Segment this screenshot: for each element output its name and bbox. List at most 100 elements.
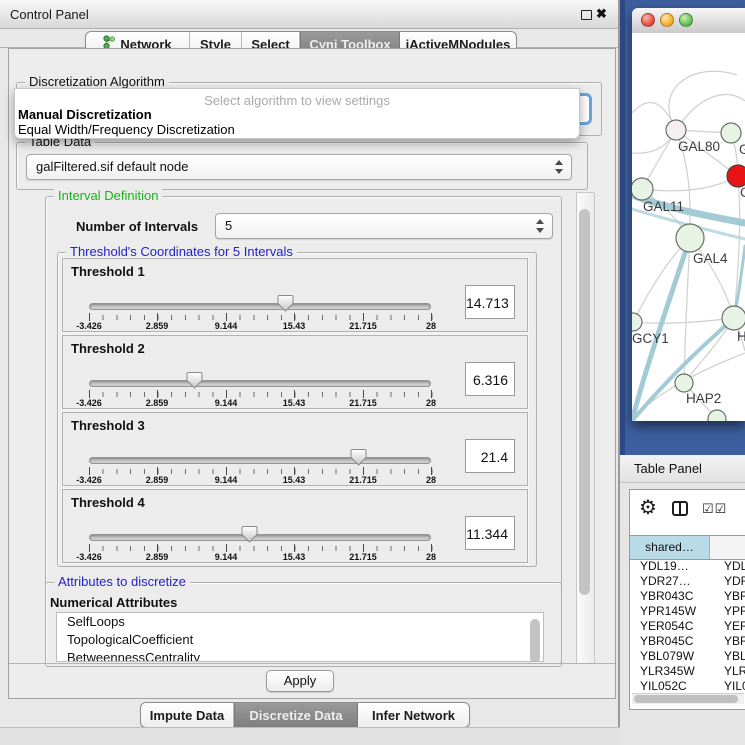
tick-label: 15.43 (283, 321, 306, 331)
slider-thumb[interactable] (277, 294, 295, 313)
table-row[interactable]: YIL052CYIL0 (630, 679, 745, 694)
network-window: GAL80 GA C GAL11 GAL4 GCY1 H HAP2 (632, 8, 745, 421)
scrollbar-thumb[interactable] (579, 209, 590, 595)
algorithm-dropdown-popup: Select algorithm to view settings Manual… (14, 88, 580, 139)
table-row[interactable]: YPR145WYPR1 (630, 604, 745, 619)
table-data-combobox[interactable]: galFiltered.sif default node (26, 154, 572, 180)
slider-thumb[interactable] (186, 371, 204, 390)
dropdown-option-equal-width[interactable]: Equal Width/Frequency Discretization (18, 122, 235, 137)
num-intervals-combobox[interactable]: 5 (215, 213, 553, 239)
column-layout-icon[interactable] (672, 501, 688, 516)
screen: Control Panel ✖ Network Style Select Cyn… (0, 0, 745, 745)
threshold-value-field[interactable]: 21.4 (465, 439, 515, 473)
svg-text:H: H (737, 329, 745, 344)
node-gcy1[interactable] (632, 313, 642, 331)
close-icon[interactable]: ✖ (596, 6, 607, 22)
tick-label: 9.144 (215, 398, 238, 408)
tick-label: 15.43 (283, 398, 306, 408)
slider-track[interactable] (89, 534, 431, 541)
tick-label: 2.859 (146, 475, 169, 485)
dropdown-placeholder: Select algorithm to view settings (15, 93, 579, 108)
float-window-icon[interactable] (581, 10, 592, 20)
tick-label: 21.715 (349, 398, 377, 408)
tick-label: -3.426 (76, 321, 102, 331)
table-panel-title: Table Panel (634, 461, 702, 476)
tick-label: 21.715 (349, 552, 377, 562)
settings-scrollbar[interactable] (576, 192, 595, 664)
tick-label: 9.144 (215, 321, 238, 331)
table-row[interactable]: YBR045CYBR0 (630, 634, 745, 649)
threshold-value-field[interactable]: 11.344 (465, 516, 515, 550)
group-label: Threshold's Coordinates for 5 Intervals (66, 244, 297, 259)
tab-impute-data[interactable]: Impute Data (141, 703, 234, 727)
tick-label: 2.859 (146, 321, 169, 331)
tab-discretize-data[interactable]: Discretize Data (234, 703, 358, 727)
table-row[interactable]: YER054CYER0 (630, 619, 745, 634)
threshold-label: Threshold 1 (71, 264, 145, 279)
list-item[interactable]: TopologicalCoefficient (57, 631, 543, 649)
table-row[interactable]: YBL079WYBL0 (630, 649, 745, 664)
minor-ticks (89, 546, 433, 551)
numerical-attributes-label: Numerical Attributes (50, 595, 177, 610)
list-item[interactable]: BetweennessCentrality (57, 649, 543, 662)
list-item[interactable]: SelfLoops (57, 613, 543, 631)
zoom-traffic-light[interactable] (679, 13, 693, 27)
node-hap2[interactable] (675, 374, 693, 392)
threshold-label: Threshold 2 (71, 341, 145, 356)
slider-track[interactable] (89, 380, 431, 387)
table-row[interactable]: YLR345WYLR3 (630, 664, 745, 679)
svg-text:C: C (740, 185, 745, 200)
node-gal11[interactable] (632, 178, 653, 200)
column-header-shared-name[interactable]: shared… (630, 536, 710, 559)
group-label: Attributes to discretize (54, 574, 190, 589)
window-title: Control Panel (10, 7, 89, 22)
table-row[interactable]: YDL19…YDL1 (630, 559, 745, 574)
tick-label: 15.43 (283, 552, 306, 562)
minor-ticks (89, 469, 433, 474)
tick-label: 28 (426, 321, 436, 331)
tick-label: 21.715 (349, 475, 377, 485)
minor-ticks (89, 315, 433, 320)
node-partial-top-right[interactable] (721, 123, 741, 143)
group-label: Interval Definition (54, 188, 162, 203)
attributes-list: SelfLoops TopologicalCoefficient Between… (56, 612, 544, 662)
threshold-2-panel: Threshold 2 -3.426 2.859 9.144 15.43 21.… (62, 335, 528, 409)
node-gal80[interactable] (666, 120, 686, 140)
node-h[interactable] (722, 306, 745, 330)
node-selected-red[interactable] (727, 165, 745, 187)
slider-thumb[interactable] (241, 525, 259, 544)
slider-track[interactable] (89, 457, 431, 464)
dropdown-option-manual[interactable]: Manual Discretization (18, 107, 152, 122)
slider-track[interactable] (89, 303, 431, 310)
tick-label: 15.43 (283, 475, 306, 485)
divider (9, 663, 615, 664)
slider-thumb[interactable] (350, 448, 368, 467)
tick-label: -3.426 (76, 552, 102, 562)
gear-icon[interactable]: ⚙ (639, 498, 657, 518)
tick-label: -3.426 (76, 398, 102, 408)
close-traffic-light[interactable] (641, 13, 655, 27)
minimize-traffic-light[interactable] (660, 13, 674, 27)
threshold-value-field[interactable]: 14.713 (465, 285, 515, 319)
tick-label: 9.144 (215, 552, 238, 562)
apply-button[interactable]: Apply (266, 670, 334, 692)
threshold-value-field[interactable]: 6.316 (465, 362, 515, 396)
list-scrollbar-thumb[interactable] (530, 619, 540, 662)
svg-text:GAL4: GAL4 (693, 251, 728, 266)
node-table: ⚙ ☑☑ shared… n YDL19…YDL1 YDR27…YDR2 YBR… (629, 489, 745, 710)
column-header-name[interactable]: n (710, 536, 745, 559)
network-window-titlebar[interactable] (632, 8, 745, 34)
table-horizontal-scrollbar[interactable] (632, 693, 744, 704)
network-canvas[interactable]: GAL80 GA C GAL11 GAL4 GCY1 H HAP2 (632, 33, 745, 421)
group-label: Discretization Algorithm (25, 74, 169, 89)
checkbox-icons[interactable]: ☑☑ (702, 501, 727, 517)
bottom-tab-bar: Impute Data Discretize Data Infer Networ… (140, 702, 470, 728)
scrollbar-thumb[interactable] (634, 695, 738, 703)
table-row[interactable]: YDR27…YDR2 (630, 574, 745, 589)
table-panel-titlebar: Table Panel (620, 455, 745, 483)
table-row[interactable]: YBR043CYBR0 (630, 589, 745, 604)
tab-infer-network[interactable]: Infer Network (358, 703, 469, 727)
table-rows: YDL19…YDL1 YDR27…YDR2 YBR043CYBR0 YPR145… (630, 559, 745, 694)
node-gal4[interactable] (676, 224, 704, 252)
svg-text:HAP2: HAP2 (686, 391, 721, 406)
